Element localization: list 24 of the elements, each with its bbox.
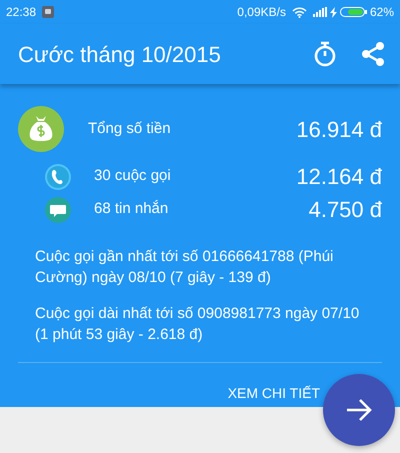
details-link[interactable]: XEM CHI TIẾT bbox=[228, 383, 320, 404]
timer-icon[interactable] bbox=[312, 40, 338, 68]
network-speed: 0,09KB/s bbox=[237, 4, 286, 21]
notification-icon bbox=[42, 6, 54, 18]
summary-label: 30 cuộc gọi bbox=[94, 166, 172, 186]
call-note: Cuộc gọi gần nhất tới số 01666641788 (Phúi Cường) ngày 08/10 (7 giây - 139 đ) bbox=[35, 247, 334, 288]
charging-icon bbox=[330, 6, 337, 18]
battery-percent: 62% bbox=[370, 4, 394, 21]
arrow-right-icon bbox=[345, 398, 373, 422]
call-note: Cuộc gọi dài nhất tới số 0908981773 ngày 07/10 (1 phút 53 giây - 2.618 đ) bbox=[35, 304, 360, 345]
signal-icon bbox=[312, 7, 327, 17]
battery-icon bbox=[340, 7, 367, 17]
money-bag-icon bbox=[18, 106, 64, 152]
summary-amount: 12.164 đ bbox=[296, 163, 382, 191]
summary-amount: 4.750 đ bbox=[308, 196, 382, 224]
summary-label: 68 tin nhắn bbox=[94, 199, 170, 220]
summary-amount: 16.914 đ bbox=[296, 116, 382, 144]
summary-label: Tổng số tiền bbox=[88, 118, 172, 139]
share-icon[interactable] bbox=[360, 41, 386, 67]
window-title: Cước tháng 10/2015 bbox=[18, 40, 222, 69]
chat-bubble-icon bbox=[45, 196, 71, 222]
phone-icon bbox=[45, 164, 71, 190]
clock: 22:38 bbox=[6, 4, 36, 21]
wifi-icon bbox=[292, 6, 307, 18]
